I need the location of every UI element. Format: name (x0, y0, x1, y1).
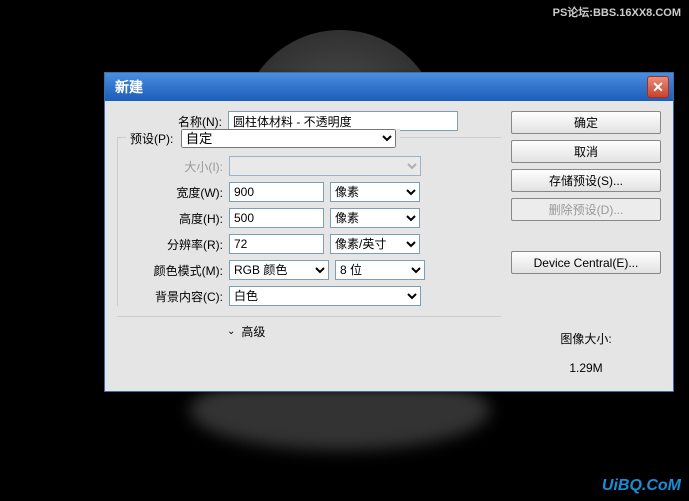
advanced-label: 高级 (241, 323, 265, 340)
watermark-top: PS论坛:BBS.16XX8.COM (553, 4, 681, 20)
image-size-label: 图像大小: (511, 330, 661, 347)
size-select (229, 156, 421, 176)
preset-fieldset-label[interactable]: 预设(P): 自定 (126, 129, 400, 148)
height-input[interactable] (229, 208, 324, 228)
width-label: 宽度(W): (118, 184, 223, 201)
resolution-unit-select[interactable]: 像素/英寸 (330, 234, 420, 254)
colormode-label: 颜色模式(M): (118, 262, 223, 279)
height-label: 高度(H): (118, 210, 223, 227)
new-document-dialog: 新建 ✕ 名称(N): 预设(P): 自定 大小(I): (104, 72, 674, 392)
advanced-toggle[interactable]: ⌄ 高级 (117, 319, 501, 344)
size-label: 大小(I): (118, 158, 223, 175)
bgcontent-select[interactable]: 白色 (229, 286, 421, 306)
bgcontent-label: 背景内容(C): (118, 288, 223, 305)
name-input[interactable] (228, 111, 458, 131)
close-icon: ✕ (652, 79, 664, 96)
name-label: 名称(N): (117, 113, 222, 130)
close-button[interactable]: ✕ (647, 76, 669, 98)
image-size-value: 1.29M (511, 361, 661, 375)
watermark-bottom: UiBQ.CoM (602, 477, 681, 495)
ok-button[interactable]: 确定 (511, 111, 661, 134)
width-input[interactable] (229, 182, 324, 202)
preset-select[interactable]: 自定 (181, 129, 396, 148)
dialog-title: 新建 (115, 77, 143, 97)
device-central-button[interactable]: Device Central(E)... (511, 251, 661, 274)
delete-preset-button: 删除预设(D)... (511, 198, 661, 221)
width-unit-select[interactable]: 像素 (330, 182, 420, 202)
colormode-select[interactable]: RGB 颜色 (229, 260, 329, 280)
titlebar[interactable]: 新建 ✕ (105, 73, 673, 101)
bitdepth-select[interactable]: 8 位 (335, 260, 425, 280)
resolution-label: 分辨率(R): (118, 236, 223, 253)
chevron-down-icon: ⌄ (227, 326, 235, 337)
resolution-input[interactable] (229, 234, 324, 254)
cancel-button[interactable]: 取消 (511, 140, 661, 163)
height-unit-select[interactable]: 像素 (330, 208, 420, 228)
save-preset-button[interactable]: 存储预设(S)... (511, 169, 661, 192)
